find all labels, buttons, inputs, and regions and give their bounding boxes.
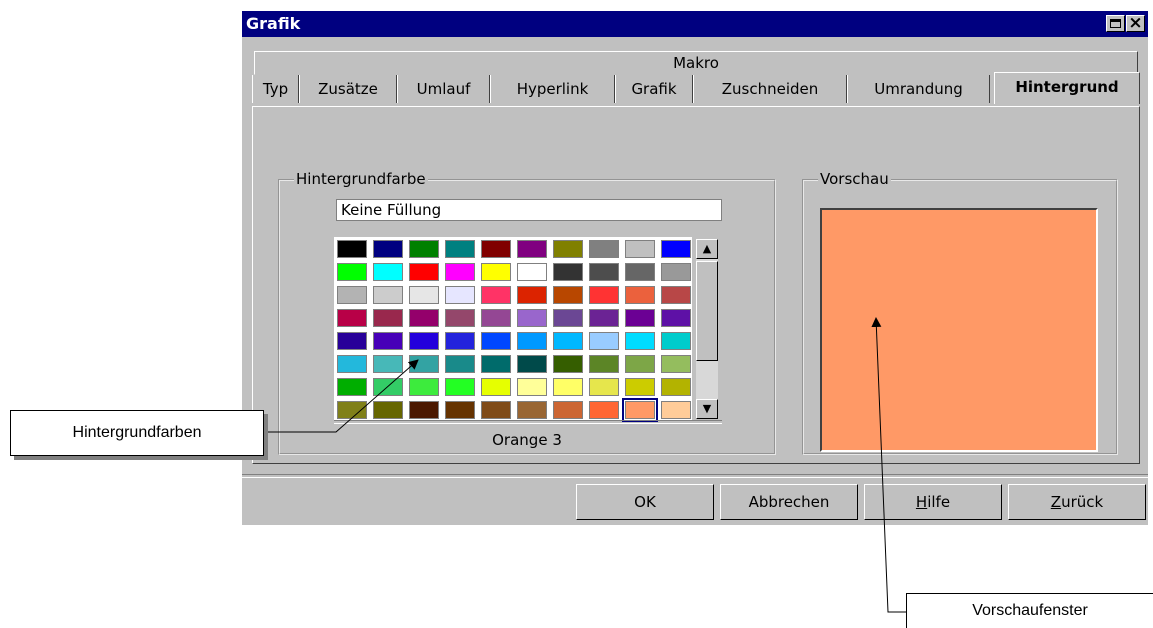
- preview-callout-arrow: [871, 317, 906, 613]
- palette-callout-arrow: [262, 359, 419, 433]
- annotation-arrows: [262, 317, 906, 613]
- preview-callout: Vorschaufenster: [906, 593, 1153, 628]
- palette-callout: Hintergrundfarben: [10, 410, 264, 456]
